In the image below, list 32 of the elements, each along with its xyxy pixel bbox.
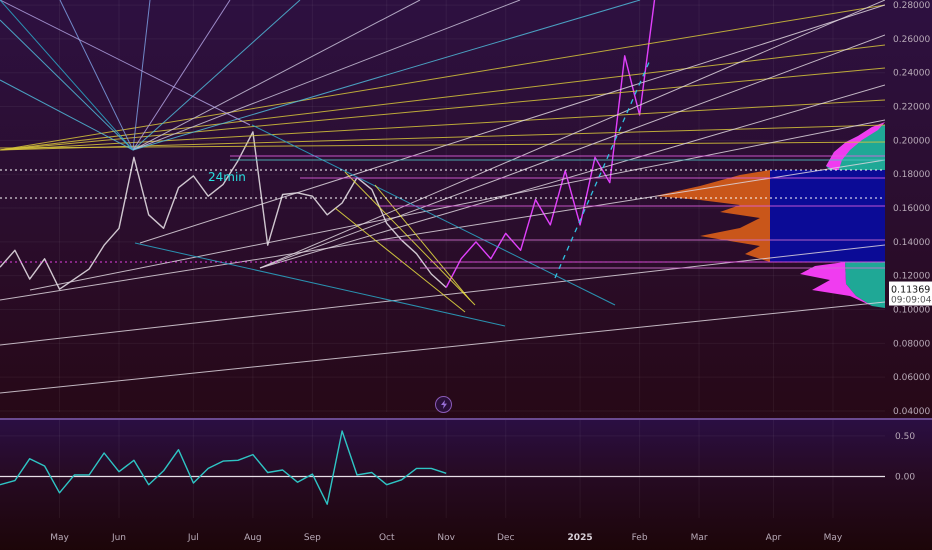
axis-label: Nov xyxy=(437,533,455,543)
axis-label: 0.00 xyxy=(895,472,916,483)
axis-label: May xyxy=(824,533,842,543)
axis-label: 0.06000 xyxy=(893,373,930,384)
axis-label: 0.04000 xyxy=(893,406,930,417)
axis-label: 0.12000 xyxy=(893,272,930,282)
axis-label: 0.24000 xyxy=(893,68,930,79)
axis-label: 2025 xyxy=(568,533,593,543)
axis-label: Feb xyxy=(632,533,648,543)
countdown-label: 09:09:04 xyxy=(891,296,932,306)
lightning-icon xyxy=(440,400,446,409)
axis-label: 0.26000 xyxy=(893,34,930,45)
axis-label: 0.18000 xyxy=(893,170,930,180)
last-price-label: 0.11369 xyxy=(891,284,930,296)
axis-label: 0.08000 xyxy=(893,339,930,350)
axis-label: 0.22000 xyxy=(893,102,930,113)
axis-label: May xyxy=(50,533,69,543)
axis-label: 0.20000 xyxy=(893,136,930,146)
axis-label: Sep xyxy=(304,533,321,543)
axis-label: 0.10000 xyxy=(893,306,930,316)
price-tag xyxy=(889,282,932,306)
axis-label: Dec xyxy=(497,533,514,543)
axis-label: Aug xyxy=(244,533,262,543)
axis-label: 0.16000 xyxy=(893,204,930,214)
axis-label: Mar xyxy=(690,533,708,543)
axis-label: 0.14000 xyxy=(893,238,930,248)
axis-label: Jul xyxy=(188,533,199,543)
axis-label: Oct xyxy=(378,533,394,543)
axis-label: Jun xyxy=(112,533,126,543)
axis-label: 0.28000 xyxy=(893,1,930,12)
axis-label: 0.50 xyxy=(895,432,916,442)
axis-label: Apr xyxy=(766,533,782,543)
